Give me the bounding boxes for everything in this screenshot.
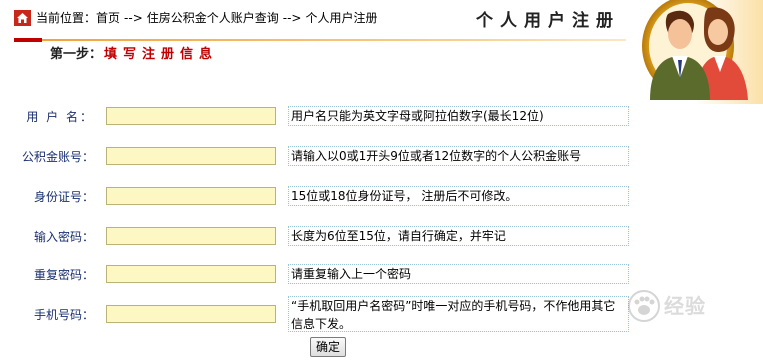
password-input[interactable] bbox=[106, 227, 276, 245]
username-input[interactable] bbox=[106, 107, 276, 125]
breadcrumb-home-link[interactable]: 首页 bbox=[96, 11, 120, 25]
account-number-hint: 请输入以0或1开头9位或者12位数字的个人公积金账号 bbox=[288, 146, 629, 166]
breadcrumb-current: 个人用户注册 bbox=[305, 11, 378, 25]
breadcrumb-prefix: 当前位置： bbox=[36, 11, 97, 25]
account-number-label: 公积金账号： bbox=[21, 150, 94, 164]
confirm-password-input[interactable] bbox=[106, 265, 276, 283]
breadcrumb: 当前位置：首页 --> 住房公积金个人账户查询 --> 个人用户注册 bbox=[36, 10, 378, 26]
step-heading: 第一步： 填写注册信息 bbox=[50, 46, 218, 64]
form-row-password: 输入密码： 长度为6位至15位，请自行确定，并牢记 bbox=[0, 226, 640, 250]
confirm-password-label: 重复密码： bbox=[33, 268, 94, 282]
watermark-text: 经验 bbox=[664, 294, 706, 318]
id-number-input[interactable] bbox=[106, 187, 276, 205]
form-row-account: 公积金账号： 请输入以0或1开头9位或者12位数字的个人公积金账号 bbox=[0, 146, 640, 170]
form-row-username: 用 户 名： 用户名只能为英文字母或阿拉伯数字(最长12位) bbox=[0, 106, 640, 130]
watermark: 经验 bbox=[628, 290, 752, 326]
step-title: 填写注册信息 bbox=[104, 47, 219, 62]
id-number-hint: 15位或18位身份证号， 注册后不可修改。 bbox=[288, 186, 629, 206]
username-label: 用 户 名： bbox=[26, 110, 94, 124]
user-couple-avatar-icon bbox=[642, 0, 763, 104]
form-row-id-number: 身份证号： 15位或18位身份证号， 注册后不可修改。 bbox=[0, 186, 640, 210]
breadcrumb-separator: --> bbox=[282, 11, 302, 25]
mobile-label: 手机号码： bbox=[33, 308, 94, 322]
form-row-confirm-password: 重复密码： 请重复输入上一个密码 bbox=[0, 264, 640, 288]
breadcrumb-separator: --> bbox=[124, 11, 143, 25]
username-hint: 用户名只能为英文字母或阿拉伯数字(最长12位) bbox=[288, 106, 629, 126]
page-title: 个人用户注册 bbox=[476, 11, 620, 31]
home-icon bbox=[14, 10, 31, 26]
mobile-hint: “手机取回用户名密码”时唯一对应的手机号码，不作他用其它信息下发。 bbox=[288, 296, 629, 332]
account-number-input[interactable] bbox=[106, 147, 276, 165]
password-label: 输入密码： bbox=[33, 230, 94, 244]
password-hint: 长度为6位至15位，请自行确定，并牢记 bbox=[288, 226, 629, 246]
submit-button[interactable]: 确定 bbox=[310, 337, 346, 357]
form-row-mobile: 手机号码： “手机取回用户名密码”时唯一对应的手机号码，不作他用其它信息下发。 bbox=[0, 296, 640, 334]
confirm-password-hint: 请重复输入上一个密码 bbox=[288, 264, 629, 284]
step-prefix: 第一步： bbox=[50, 47, 103, 62]
title-divider bbox=[14, 38, 626, 42]
breadcrumb-account-query-link[interactable]: 住房公积金个人账户查询 bbox=[147, 11, 279, 25]
mobile-input[interactable] bbox=[106, 305, 276, 323]
id-number-label: 身份证号： bbox=[33, 190, 94, 204]
